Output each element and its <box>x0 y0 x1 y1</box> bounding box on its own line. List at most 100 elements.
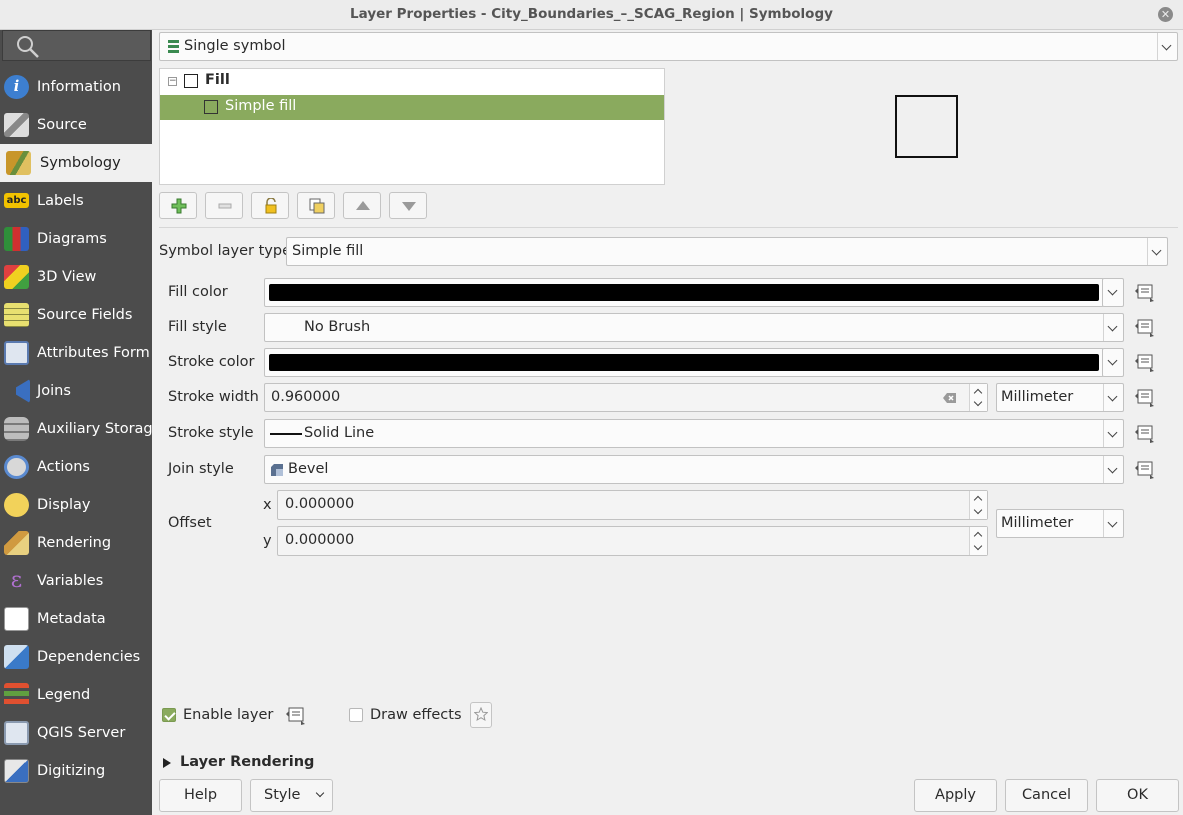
sidebar-item-legend[interactable]: Legend <box>0 676 152 714</box>
spin-down-icon[interactable] <box>973 541 983 551</box>
add-symbol-layer-button[interactable] <box>159 192 197 219</box>
sidebar-item-variables[interactable]: ε Variables <box>0 562 152 600</box>
stroke-width-spinner[interactable] <box>969 384 987 411</box>
tree-row-fill[interactable]: − Fill <box>160 69 664 94</box>
spin-down-icon[interactable] <box>973 505 983 515</box>
fill-style-select[interactable]: No Brush <box>264 313 1124 342</box>
chevron-down-icon[interactable] <box>1103 456 1123 483</box>
sidebar-search-input[interactable] <box>2 30 151 61</box>
join-style-select[interactable]: Bevel <box>264 455 1124 484</box>
ok-button[interactable]: OK <box>1096 779 1179 812</box>
stroke-color-swatch <box>269 354 1099 371</box>
duplicate-layer-button[interactable] <box>297 192 335 219</box>
sidebar-item-label: Labels <box>37 193 84 209</box>
cancel-button[interactable]: Cancel <box>1005 779 1088 812</box>
sidebar-item-label: Source <box>37 117 87 133</box>
draw-effects-checkbox[interactable] <box>349 708 363 722</box>
stroke-style-select[interactable]: Solid Line <box>264 419 1124 448</box>
fill-color-dropdown[interactable] <box>1102 278 1124 307</box>
chevron-down-icon[interactable] <box>1103 384 1123 411</box>
chevron-down-icon[interactable] <box>1103 420 1123 447</box>
digitizing-icon <box>4 759 29 783</box>
renderer-select[interactable]: Single symbol <box>159 32 1178 61</box>
spin-up-icon[interactable] <box>973 531 983 541</box>
stroke-width-input[interactable]: 0.960000 <box>264 383 988 412</box>
symbol-layer-tree: − Fill Simple fill <box>159 68 665 185</box>
layer-rendering-label[interactable]: Layer Rendering <box>180 754 314 770</box>
data-defined-override-icon[interactable] <box>1133 460 1157 480</box>
sidebar-item-dependencies[interactable]: Dependencies <box>0 638 152 676</box>
sidebar-item-label: Dependencies <box>37 649 141 665</box>
sidebar-item-symbology[interactable]: Symbology <box>0 144 152 182</box>
sidebar-item-attributes-form[interactable]: Attributes Form <box>0 334 152 372</box>
sidebar-item-source[interactable]: Source <box>0 106 152 144</box>
chevron-down-icon[interactable] <box>1103 510 1123 537</box>
fill-color-button[interactable] <box>264 278 1104 307</box>
effects-button[interactable] <box>470 702 492 728</box>
sidebar-item-digitizing[interactable]: Digitizing <box>0 752 152 790</box>
symbol-layer-type-select[interactable]: Simple fill <box>286 237 1168 266</box>
dependencies-icon <box>4 645 29 669</box>
spin-down-icon[interactable] <box>973 397 983 407</box>
expand-arrow-icon[interactable] <box>162 757 172 769</box>
data-defined-override-icon[interactable] <box>1133 318 1157 338</box>
sidebar-item-information[interactable]: i Information <box>0 68 152 106</box>
move-down-button[interactable] <box>389 192 427 219</box>
renderer-value: Single symbol <box>184 38 286 54</box>
offset-x-spinner[interactable] <box>969 491 987 519</box>
spin-up-icon[interactable] <box>973 495 983 505</box>
data-defined-override-icon[interactable] <box>284 706 308 726</box>
remove-symbol-layer-button[interactable] <box>205 192 243 219</box>
offset-y-input[interactable]: 0.000000 <box>277 526 988 556</box>
sidebar-item-display[interactable]: Display <box>0 486 152 524</box>
sidebar-item-labels[interactable]: abc Labels <box>0 182 152 220</box>
data-defined-override-icon[interactable] <box>1133 353 1157 373</box>
chevron-down-icon[interactable] <box>1103 314 1123 341</box>
sidebar-item-label: Legend <box>37 687 91 703</box>
sidebar-item-3d-view[interactable]: 3D View <box>0 258 152 296</box>
offset-x-input[interactable]: 0.000000 <box>277 490 988 520</box>
apply-button[interactable]: Apply <box>914 779 997 812</box>
remove-layer-icon <box>218 203 232 209</box>
enable-layer-checkbox[interactable] <box>162 708 176 722</box>
lock-layer-button[interactable] <box>251 192 289 219</box>
style-button[interactable]: Style <box>250 779 333 812</box>
join-style-value: Bevel <box>288 461 329 477</box>
sidebar-item-diagrams[interactable]: Diagrams <box>0 220 152 258</box>
sidebar-item-label: Symbology <box>40 155 121 171</box>
fill-style-label: Fill style <box>168 319 227 335</box>
source-icon <box>4 113 29 137</box>
sidebar-item-metadata[interactable]: Metadata <box>0 600 152 638</box>
offset-x-label: x <box>263 497 272 513</box>
stroke-color-dropdown[interactable] <box>1102 348 1124 377</box>
tree-row-simple-fill[interactable]: Simple fill <box>160 95 664 120</box>
spin-up-icon[interactable] <box>973 388 983 398</box>
simple-fill-icon <box>204 100 218 114</box>
search-icon <box>17 36 39 58</box>
chevron-down-icon[interactable] <box>1147 238 1167 265</box>
stroke-width-unit-select[interactable]: Millimeter <box>996 383 1124 412</box>
style-button-label: Style <box>264 787 301 803</box>
offset-unit-select[interactable]: Millimeter <box>996 509 1124 538</box>
close-icon[interactable]: ✕ <box>1158 7 1173 22</box>
sidebar-item-rendering[interactable]: Rendering <box>0 524 152 562</box>
offset-y-spinner[interactable] <box>969 527 987 555</box>
collapse-icon[interactable]: − <box>168 77 177 86</box>
data-defined-override-icon[interactable] <box>1133 424 1157 444</box>
stroke-color-button[interactable] <box>264 348 1104 377</box>
sidebar-item-source-fields[interactable]: Source Fields <box>0 296 152 334</box>
clear-icon[interactable] <box>943 392 957 404</box>
sidebar-item-qgis-server[interactable]: QGIS Server <box>0 714 152 752</box>
sidebar-item-actions[interactable]: Actions <box>0 448 152 486</box>
fill-symbol-icon <box>184 74 198 88</box>
data-defined-override-icon[interactable] <box>1133 283 1157 303</box>
help-button[interactable]: Help <box>159 779 242 812</box>
stroke-style-value: Solid Line <box>304 425 375 441</box>
data-defined-override-icon[interactable] <box>1133 388 1157 408</box>
sidebar-item-auxiliary-storage[interactable]: Auxiliary Storage <box>0 410 152 448</box>
offset-unit: Millimeter <box>1001 515 1074 531</box>
window-title: Layer Properties - City_Boundaries_–_SCA… <box>350 6 833 22</box>
move-up-button[interactable] <box>343 192 381 219</box>
sidebar-item-joins[interactable]: Joins <box>0 372 152 410</box>
chevron-down-icon[interactable] <box>1157 33 1177 60</box>
